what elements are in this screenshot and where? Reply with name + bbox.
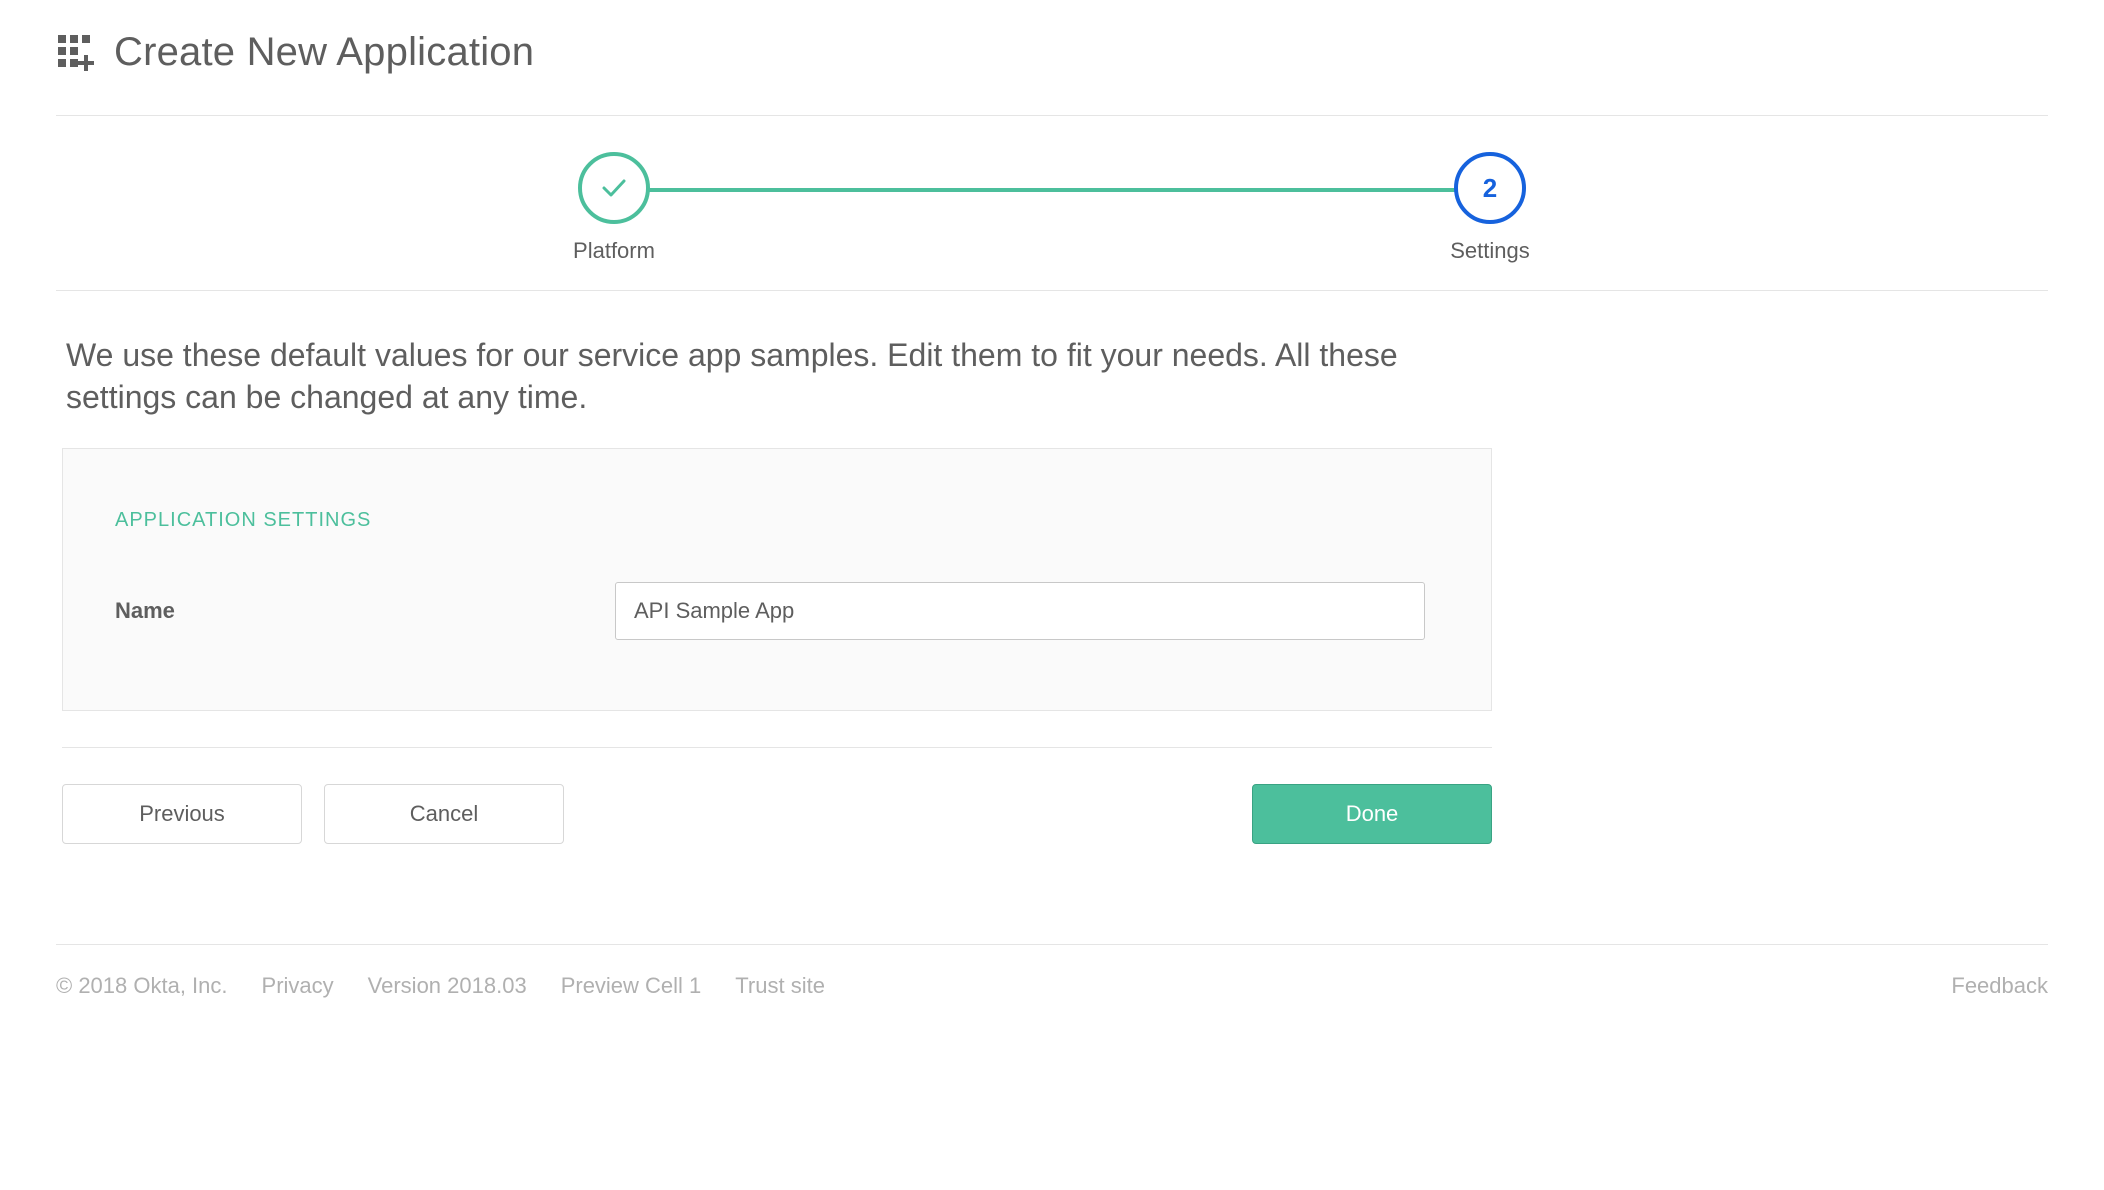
wizard-stepper: Platform 2 Settings [56, 116, 2048, 291]
step-settings-number: 2 [1454, 152, 1526, 224]
cancel-button[interactable]: Cancel [324, 784, 564, 844]
page-footer: © 2018 Okta, Inc. Privacy Version 2018.0… [56, 944, 2048, 999]
intro-text: We use these default values for our serv… [56, 291, 1456, 448]
check-icon [599, 173, 629, 203]
app-grid-add-icon [56, 33, 96, 73]
footer-version: Version 2018.03 [368, 973, 527, 999]
footer-trust-link[interactable]: Trust site [735, 973, 825, 999]
page-title: Create New Application [114, 30, 534, 75]
footer-cell: Preview Cell 1 [561, 973, 702, 999]
wizard-actions: Previous Cancel Done [62, 747, 1492, 844]
previous-button[interactable]: Previous [62, 784, 302, 844]
done-button[interactable]: Done [1252, 784, 1492, 844]
footer-feedback-link[interactable]: Feedback [1951, 973, 2048, 999]
step-settings[interactable]: 2 Settings [1418, 152, 1562, 264]
page-header: Create New Application [56, 30, 2048, 116]
name-label: Name [115, 598, 615, 624]
step-platform-label: Platform [573, 238, 655, 264]
step-settings-label: Settings [1450, 238, 1530, 264]
application-settings-panel: APPLICATION SETTINGS Name [62, 448, 1492, 711]
name-input[interactable] [615, 582, 1425, 640]
panel-title: APPLICATION SETTINGS [115, 509, 1439, 532]
footer-privacy-link[interactable]: Privacy [262, 973, 334, 999]
step-platform[interactable]: Platform [542, 152, 686, 264]
footer-copyright: © 2018 Okta, Inc. [56, 973, 228, 999]
